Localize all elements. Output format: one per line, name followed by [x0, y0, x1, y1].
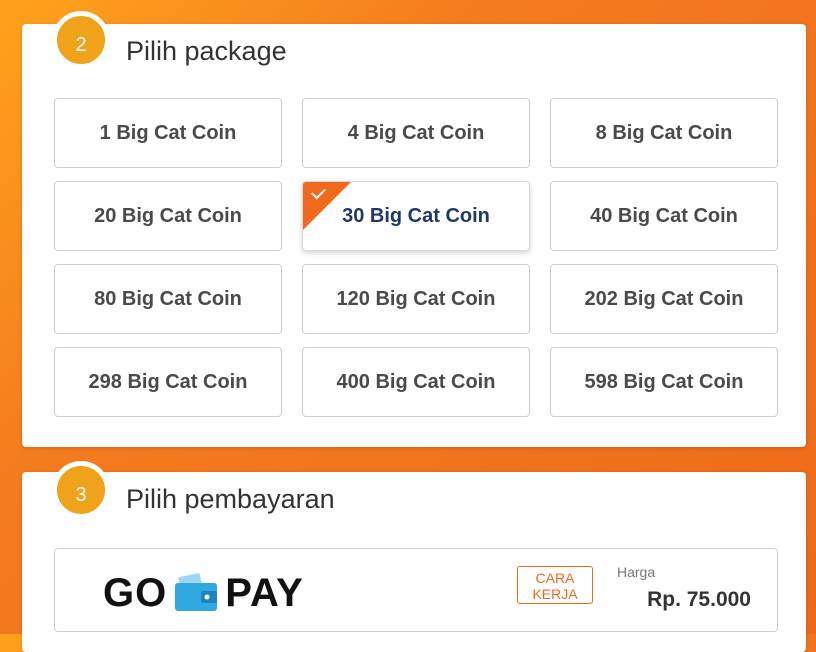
package-option-selected[interactable]: 30 Big Cat Coin: [302, 181, 530, 251]
package-label: 4 Big Cat Coin: [347, 121, 485, 144]
payment-card: 3 Pilih pembayaran GO PAY CARA KERJA Har…: [22, 461, 806, 652]
package-label: 20 Big Cat Coin: [94, 204, 242, 227]
how-it-works-button[interactable]: CARA KERJA: [517, 566, 593, 604]
package-option[interactable]: 400 Big Cat Coin: [302, 347, 530, 417]
package-label: 400 Big Cat Coin: [336, 370, 496, 393]
gopay-logo: GO PAY: [103, 571, 304, 616]
package-grid: 1 Big Cat Coin 4 Big Cat Coin 8 Big Cat …: [54, 98, 778, 417]
package-label: 30 Big Cat Coin: [342, 204, 490, 227]
step-badge-3: 3: [52, 461, 110, 519]
selected-corner-ribbon: [303, 182, 351, 230]
price-value: Rp. 75.000: [647, 588, 751, 611]
payment-section-title: Pilih pembayaran: [126, 484, 335, 514]
package-label: 598 Big Cat Coin: [584, 370, 744, 393]
package-option[interactable]: 202 Big Cat Coin: [550, 264, 778, 334]
package-option[interactable]: 298 Big Cat Coin: [54, 347, 282, 417]
wallet-icon: [173, 572, 219, 615]
package-option[interactable]: 20 Big Cat Coin: [54, 181, 282, 251]
package-option[interactable]: 4 Big Cat Coin: [302, 98, 530, 168]
gopay-logo-pay: PAY: [225, 571, 304, 615]
step-badge-2: 2: [52, 11, 110, 69]
package-label: 1 Big Cat Coin: [99, 121, 237, 144]
package-label: 40 Big Cat Coin: [590, 204, 738, 227]
package-label: 298 Big Cat Coin: [88, 370, 248, 393]
package-label: 120 Big Cat Coin: [336, 287, 496, 310]
package-option[interactable]: 598 Big Cat Coin: [550, 347, 778, 417]
how-it-works-line1: CARA: [535, 570, 575, 586]
package-option[interactable]: 1 Big Cat Coin: [54, 98, 282, 168]
package-option[interactable]: 8 Big Cat Coin: [550, 98, 778, 168]
package-label: 80 Big Cat Coin: [94, 287, 242, 310]
package-label: 202 Big Cat Coin: [584, 287, 744, 310]
gopay-logo-go: GO: [103, 571, 168, 615]
package-label: 8 Big Cat Coin: [595, 121, 733, 144]
package-option[interactable]: 80 Big Cat Coin: [54, 264, 282, 334]
how-it-works-line2: KERJA: [532, 586, 578, 602]
package-option[interactable]: 40 Big Cat Coin: [550, 181, 778, 251]
price-label: Harga: [617, 564, 656, 580]
package-card: 2 Pilih package 1 Big Cat Coin 4 Big Cat…: [22, 11, 806, 447]
package-option[interactable]: 120 Big Cat Coin: [302, 264, 530, 334]
package-section-title: Pilih package: [126, 36, 287, 66]
gopay-payment-option[interactable]: GO PAY CARA KERJA Harga Rp. 75.000: [54, 548, 778, 632]
